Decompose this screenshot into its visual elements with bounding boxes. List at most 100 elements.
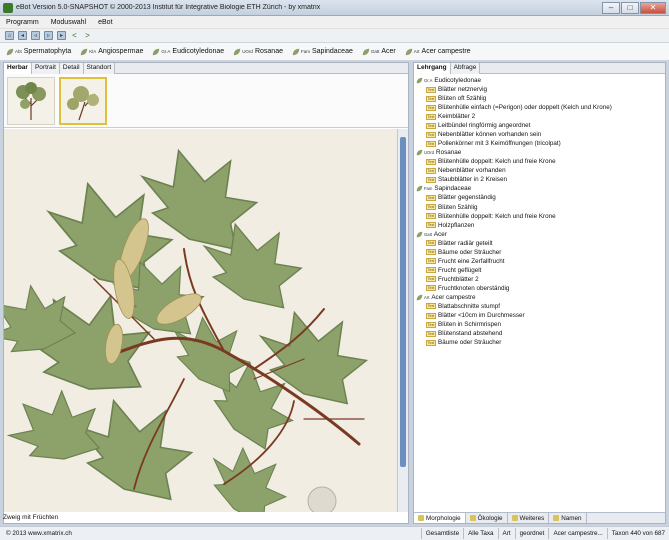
tab-abfrage[interactable]: Abfrage bbox=[450, 63, 481, 74]
tab-oekologie[interactable]: Ökologie bbox=[466, 513, 508, 523]
tree-node[interactable]: Art Acer campestre bbox=[416, 293, 663, 302]
tree-node[interactable]: Gr.A Eudicotyledonae bbox=[416, 76, 663, 85]
trait-item[interactable]: Text Holzpflanzen bbox=[416, 221, 663, 230]
text-tag-icon: Text bbox=[426, 122, 436, 129]
first-icon[interactable]: ◂ bbox=[18, 31, 27, 40]
status-order[interactable]: geordnet bbox=[514, 528, 549, 539]
trait-item[interactable]: Text Blätter gegenständig bbox=[416, 193, 663, 202]
forward-icon[interactable]: ▹ bbox=[44, 31, 53, 40]
copyright-text: © 2013 www.xmatrix.ch bbox=[6, 530, 72, 537]
next-arrow-icon[interactable]: > bbox=[83, 31, 92, 40]
tab-herbar[interactable]: Herbar bbox=[4, 63, 32, 74]
tab-portrait[interactable]: Portrait bbox=[31, 63, 60, 74]
tree-node[interactable]: Fam Sapindaceae bbox=[416, 184, 663, 193]
tab-detail[interactable]: Detail bbox=[59, 63, 84, 74]
trait-label: Leitbündel ringförmig angeordnet bbox=[438, 122, 531, 130]
trait-label: Blütenhülle doppelt: Kelch und freie Kro… bbox=[438, 158, 556, 166]
morphology-icon bbox=[418, 515, 424, 521]
trait-label: Holzpflanzen bbox=[438, 221, 475, 229]
trait-item[interactable]: Text Blüten 5zählig bbox=[416, 203, 663, 212]
breadcrumb-rank: UOrd bbox=[242, 49, 253, 54]
previous-arrow-icon[interactable]: < bbox=[70, 31, 79, 40]
herbarium-image[interactable] bbox=[4, 129, 398, 512]
status-rank[interactable]: Art bbox=[497, 528, 515, 539]
trait-item[interactable]: Text Pollenkörner mit 3 Keimöffnungen (tr… bbox=[416, 139, 663, 148]
trait-item[interactable]: Text Leitbündel ringförmig angeordnet bbox=[416, 121, 663, 130]
status-taxa[interactable]: Alle Taxa bbox=[463, 528, 497, 539]
trait-label: Nebenblätter vorhanden bbox=[438, 167, 506, 175]
trait-label: Blüten 5zählig bbox=[438, 203, 478, 211]
trait-item[interactable]: Text Blattabschnitte stumpf bbox=[416, 302, 663, 311]
close-button[interactable]: ✕ bbox=[640, 1, 666, 14]
trait-label: Pollenkörner mit 3 Keimöffnungen (tricol… bbox=[438, 140, 561, 148]
trait-label: Fruchtknoten oberständig bbox=[438, 284, 510, 292]
breadcrumb-item[interactable]: Fam Sapindaceae bbox=[292, 48, 353, 56]
tree-node[interactable]: Gatt Acer bbox=[416, 230, 663, 239]
trait-item[interactable]: Text Blütenhülle einfach (=Perigon) oder … bbox=[416, 103, 663, 112]
breadcrumb-item[interactable]: Gr.A Eudicotyledonae bbox=[152, 48, 224, 56]
status-list[interactable]: Gesamtliste bbox=[420, 528, 463, 539]
breadcrumb-item[interactable]: Art Acer campestre bbox=[405, 48, 471, 56]
trait-item[interactable]: Text Bäume oder Sträucher bbox=[416, 338, 663, 347]
breadcrumb-name: Spermatophyta bbox=[23, 48, 72, 55]
last-icon[interactable]: ▸ bbox=[57, 31, 66, 40]
trait-item[interactable]: Text Blütenstand abstehend bbox=[416, 329, 663, 338]
course-tabs: Lehrgang Abfrage bbox=[414, 63, 665, 74]
trait-item[interactable]: Text Blätter netznervig bbox=[416, 85, 663, 94]
trait-item[interactable]: Text Fruchtblätter 2 bbox=[416, 275, 663, 284]
trait-label: Blüten in Schirmrispen bbox=[438, 321, 501, 329]
breadcrumb-item[interactable]: Gatt Acer bbox=[362, 48, 396, 56]
minimize-button[interactable]: – bbox=[602, 1, 620, 14]
trait-label: Blütenhülle einfach (=Perigon) oder dopp… bbox=[438, 104, 612, 112]
trait-item[interactable]: Text Blüten oft 5zählig bbox=[416, 94, 663, 103]
thumbnail-2[interactable] bbox=[59, 76, 107, 125]
trait-item[interactable]: Text Frucht eine Zerfallfrucht bbox=[416, 257, 663, 266]
trait-item[interactable]: Text Fruchtknoten oberständig bbox=[416, 284, 663, 293]
home-icon[interactable]: ⌂ bbox=[5, 31, 14, 40]
tab-label: Weiteres bbox=[519, 514, 545, 522]
leaf-icon bbox=[416, 186, 423, 192]
text-tag-icon: Text bbox=[426, 303, 436, 310]
trait-item[interactable]: Text Blütenhülle doppelt: Kelch und freie… bbox=[416, 212, 663, 221]
breadcrumb-item[interactable]: KlA Angiospermae bbox=[80, 48, 143, 56]
text-tag-icon: Text bbox=[426, 140, 436, 147]
text-tag-icon: Text bbox=[426, 249, 436, 256]
text-tag-icon: Text bbox=[426, 95, 436, 102]
scrollbar-thumb[interactable] bbox=[400, 137, 406, 467]
menu-moduswahl[interactable]: Moduswahl bbox=[51, 19, 86, 26]
breadcrumb-item[interactable]: UOrd Rosanae bbox=[233, 48, 283, 56]
image-scrollbar[interactable] bbox=[397, 129, 408, 512]
trait-item[interactable]: Text Blätter <10cm im Durchmesser bbox=[416, 311, 663, 320]
breadcrumb-item[interactable]: Abt Spermatophyta bbox=[6, 48, 71, 56]
tab-namen[interactable]: Namen bbox=[549, 513, 587, 523]
tab-morphologie[interactable]: Morphologie bbox=[414, 513, 466, 523]
tree-node-rank: Gr.A bbox=[424, 78, 433, 83]
trait-label: Frucht geflügelt bbox=[438, 266, 482, 274]
trait-item[interactable]: Text Blüten in Schirmrispen bbox=[416, 320, 663, 329]
tree-node-rank: Art bbox=[424, 294, 430, 300]
trait-item[interactable]: Text Bäume oder Sträucher bbox=[416, 248, 663, 257]
back-icon[interactable]: ◃ bbox=[31, 31, 40, 40]
trait-item[interactable]: Text Nebenblätter können vorhanden sein bbox=[416, 130, 663, 139]
tab-standort[interactable]: Standort bbox=[83, 63, 116, 74]
leaf-icon bbox=[405, 48, 412, 55]
trait-item[interactable]: Text Blätter radiär geteilt bbox=[416, 239, 663, 248]
tab-weiteres[interactable]: Weiteres bbox=[508, 513, 550, 523]
trait-label: Staubblätter in 2 Kreisen bbox=[438, 176, 507, 184]
thumbnail-1[interactable] bbox=[7, 76, 55, 125]
tab-lehrgang[interactable]: Lehrgang bbox=[414, 63, 451, 74]
trait-label: Nebenblätter können vorhanden sein bbox=[438, 131, 542, 139]
tree-node[interactable]: UOrd Rosanae bbox=[416, 148, 663, 157]
status-position: Taxon 440 von 687 bbox=[606, 528, 669, 539]
trait-item[interactable]: Text Staubblätter in 2 Kreisen bbox=[416, 175, 663, 184]
herbarium-thumbnail-icon bbox=[16, 81, 46, 120]
leaf-icon bbox=[292, 48, 300, 55]
trait-item[interactable]: Text Keimblätter 2 bbox=[416, 112, 663, 121]
menu-ebot[interactable]: eBot bbox=[98, 19, 112, 26]
menu-programm[interactable]: Programm bbox=[6, 19, 39, 26]
trait-label: Blätter netznervig bbox=[438, 86, 488, 94]
maximize-button[interactable]: □ bbox=[621, 1, 639, 14]
trait-item[interactable]: Text Nebenblätter vorhanden bbox=[416, 166, 663, 175]
trait-item[interactable]: Text Blütenhülle doppelt: Kelch und freie… bbox=[416, 157, 663, 166]
trait-item[interactable]: Text Frucht geflügelt bbox=[416, 266, 663, 275]
